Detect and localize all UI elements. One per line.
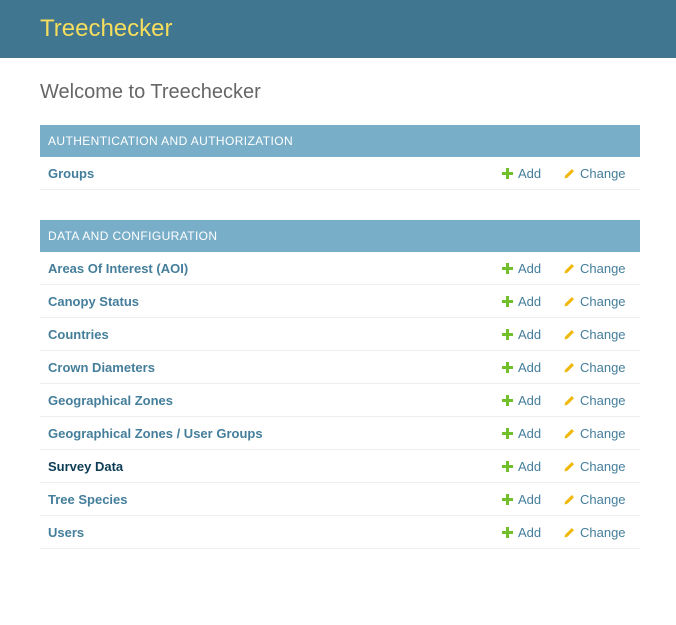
change-label: Change: [580, 491, 626, 507]
plus-icon: [502, 427, 513, 439]
change-link[interactable]: Change: [564, 426, 640, 441]
pencil-icon: [564, 461, 575, 472]
model-row: Survey Data Add Change: [40, 450, 640, 483]
model-link[interactable]: Canopy Status: [40, 294, 502, 309]
add-link[interactable]: Add: [502, 166, 564, 181]
main-content: Welcome to Treechecker Authentication an…: [0, 80, 676, 549]
model-row: Canopy Status Add Change: [40, 285, 640, 318]
add-label: Add: [518, 359, 542, 375]
change-label: Change: [580, 260, 626, 276]
model-row: Geographical Zones Add Change: [40, 384, 640, 417]
pencil-icon: [564, 395, 575, 406]
add-label: Add: [518, 326, 542, 342]
module-caption[interactable]: Authentication and Authorization: [40, 125, 640, 157]
plus-icon: [502, 262, 513, 274]
change-label: Change: [580, 293, 626, 309]
model-link[interactable]: Countries: [40, 327, 502, 342]
change-label: Change: [580, 392, 626, 408]
plus-icon: [502, 493, 513, 505]
model-row: Crown Diameters Add Change: [40, 351, 640, 384]
plus-icon: [502, 328, 513, 340]
plus-icon: [502, 167, 513, 179]
model-link[interactable]: Crown Diameters: [40, 360, 502, 375]
page-title: Welcome to Treechecker: [40, 81, 261, 103]
pencil-icon: [564, 494, 575, 505]
change-label: Change: [580, 359, 626, 375]
model-link[interactable]: Survey Data: [40, 459, 502, 474]
app-module: Data and Configuration Areas Of Interest …: [40, 220, 640, 549]
model-row: Tree Species Add Change: [40, 483, 640, 516]
model-link[interactable]: Tree Species: [40, 492, 502, 507]
change-link[interactable]: Change: [564, 459, 640, 474]
add-label: Add: [518, 293, 542, 309]
model-row: Users Add Change: [40, 516, 640, 549]
change-label: Change: [580, 326, 626, 342]
add-link[interactable]: Add: [502, 525, 564, 540]
add-link[interactable]: Add: [502, 360, 564, 375]
add-label: Add: [518, 165, 542, 181]
add-label: Add: [518, 260, 542, 276]
add-label: Add: [518, 392, 542, 408]
pencil-icon: [564, 428, 575, 439]
model-link[interactable]: Areas Of Interest (AOI): [40, 261, 502, 276]
add-link[interactable]: Add: [502, 294, 564, 309]
add-link[interactable]: Add: [502, 261, 564, 276]
app-list: Authentication and Authorization Groups Ad…: [40, 125, 640, 549]
model-row: Countries Add Change: [40, 318, 640, 351]
change-label: Change: [580, 524, 626, 540]
add-label: Add: [518, 458, 542, 474]
pencil-icon: [564, 362, 575, 373]
plus-icon: [502, 460, 513, 472]
add-label: Add: [518, 524, 542, 540]
add-link[interactable]: Add: [502, 327, 564, 342]
change-link[interactable]: Change: [564, 393, 640, 408]
add-label: Add: [518, 491, 542, 507]
module-caption[interactable]: Data and Configuration: [40, 220, 640, 252]
model-link[interactable]: Geographical Zones / User Groups: [40, 426, 502, 441]
pencil-icon: [564, 329, 575, 340]
plus-icon: [502, 295, 513, 307]
pencil-icon: [564, 527, 575, 538]
site-brand[interactable]: Treechecker: [40, 15, 173, 43]
pencil-icon: [564, 296, 575, 307]
app-module: Authentication and Authorization Groups Ad…: [40, 125, 640, 190]
change-link[interactable]: Change: [564, 294, 640, 309]
plus-icon: [502, 394, 513, 406]
change-link[interactable]: Change: [564, 166, 640, 181]
model-link[interactable]: Users: [40, 525, 502, 540]
change-label: Change: [580, 165, 626, 181]
add-link[interactable]: Add: [502, 393, 564, 408]
model-link[interactable]: Geographical Zones: [40, 393, 502, 408]
change-link[interactable]: Change: [564, 327, 640, 342]
add-link[interactable]: Add: [502, 426, 564, 441]
model-row: Geographical Zones / User Groups Add Chang…: [40, 417, 640, 450]
change-label: Change: [580, 425, 626, 441]
change-label: Change: [580, 458, 626, 474]
pencil-icon: [564, 263, 575, 274]
change-link[interactable]: Change: [564, 360, 640, 375]
change-link[interactable]: Change: [564, 492, 640, 507]
model-link[interactable]: Groups: [40, 166, 502, 181]
change-link[interactable]: Change: [564, 261, 640, 276]
plus-icon: [502, 526, 513, 538]
add-label: Add: [518, 425, 542, 441]
site-header: Treechecker: [0, 0, 676, 58]
add-link[interactable]: Add: [502, 492, 564, 507]
add-link[interactable]: Add: [502, 459, 564, 474]
model-row: Areas Of Interest (AOI) Add Change: [40, 252, 640, 285]
plus-icon: [502, 361, 513, 373]
model-row: Groups Add Change: [40, 157, 640, 190]
pencil-icon: [564, 168, 575, 179]
change-link[interactable]: Change: [564, 525, 640, 540]
